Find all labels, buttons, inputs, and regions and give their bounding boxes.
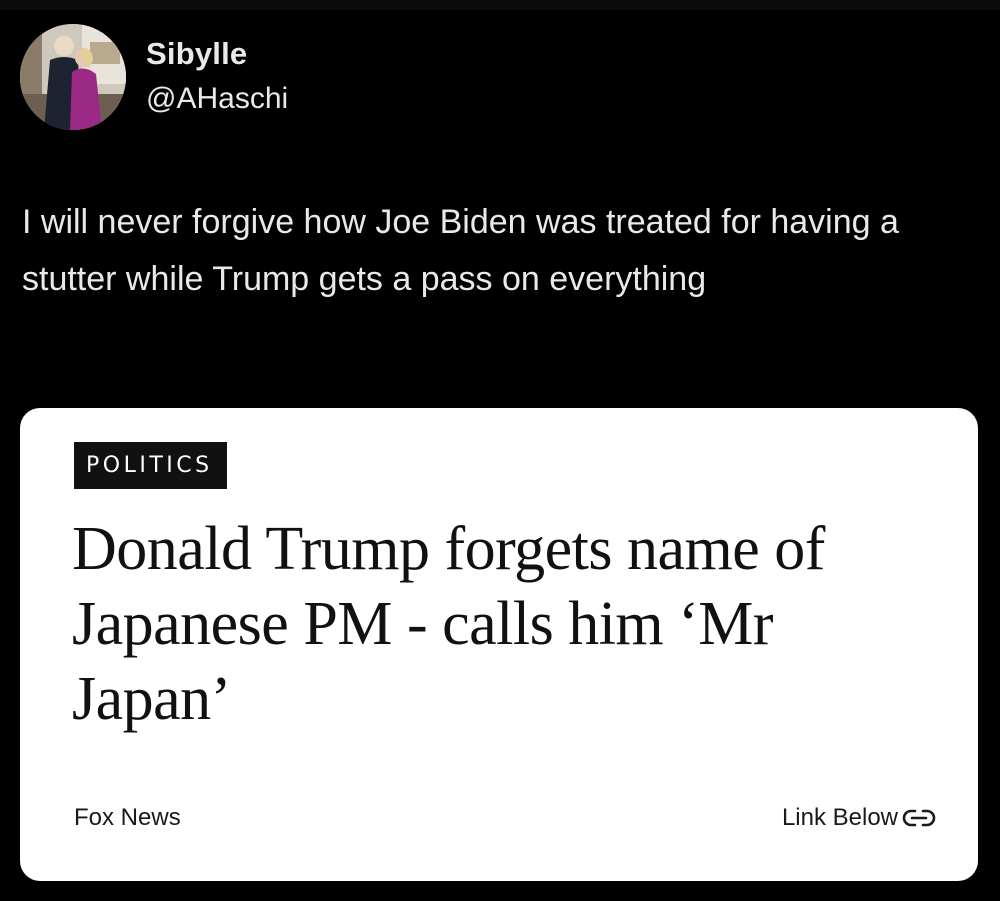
article-headline: Donald Trump forgets name of Japanese PM…: [72, 515, 825, 733]
display-name[interactable]: Sibylle: [146, 36, 247, 72]
article-source: Fox News: [74, 804, 181, 831]
avatar[interactable]: [20, 24, 126, 130]
top-strip: [0, 0, 1000, 10]
post-text: I will never forgive how Joe Biden was t…: [22, 203, 899, 298]
user-handle[interactable]: @AHaschi: [146, 82, 288, 116]
profile-photo-icon: [20, 24, 126, 130]
link-below-label: Link Below: [781, 804, 898, 831]
section-tag: POLITICS: [74, 442, 227, 489]
article-card[interactable]: POLITICS Donald Trump forgets name of Ja…: [20, 408, 978, 881]
link-icon: [902, 809, 936, 827]
link-below-button[interactable]: Link Below: [782, 804, 936, 832]
